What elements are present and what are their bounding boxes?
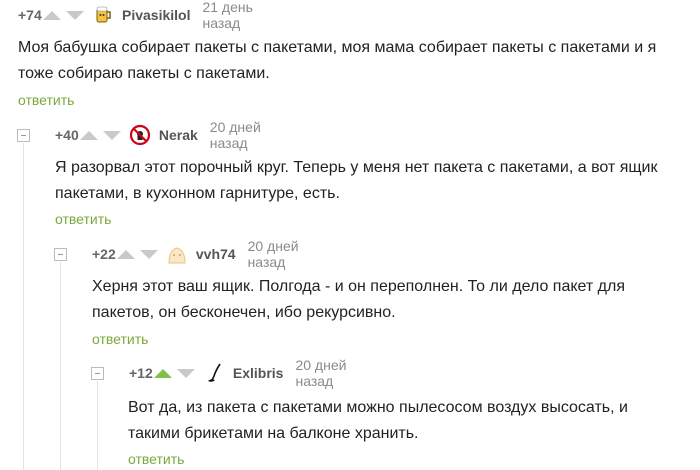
comment-text: Я разорвал этот порочный круг. Теперь у …	[55, 159, 658, 202]
blank-avatar-icon[interactable]	[166, 243, 188, 265]
comment-timestamp[interactable]: 21 день назад	[202, 0, 257, 31]
comment-header: +22 vvh74 20 дней назад	[92, 238, 302, 270]
beer-avatar-icon[interactable]	[92, 4, 114, 26]
comment-text: Моя бабушка собирает пакеты с пакетами, …	[18, 39, 657, 82]
comment-timestamp[interactable]: 20 дней назад	[295, 357, 350, 389]
vote-controls	[79, 130, 121, 140]
comment-timestamp[interactable]: 20 дней назад	[248, 238, 303, 270]
comment-header: +12 Exlibris 20 дней назад	[129, 357, 350, 389]
author-nickname[interactable]: Exlibris	[233, 365, 284, 381]
upvote-arrow-icon[interactable]	[79, 130, 98, 140]
upvote-arrow-icon[interactable]	[42, 10, 61, 20]
comment-timestamp[interactable]: 20 дней назад	[210, 119, 265, 151]
comment-rating: +40	[55, 127, 79, 143]
comment-rating: +74	[18, 7, 42, 23]
author-nickname[interactable]: Pivasikilol	[122, 7, 190, 23]
downvote-arrow-icon[interactable]	[65, 10, 84, 20]
reply-link[interactable]: ответить	[128, 451, 184, 467]
vote-controls	[42, 10, 84, 20]
reply-link[interactable]: ответить	[18, 92, 74, 108]
comment-text: Вот да, из пакета с пакетами можно пылес…	[128, 399, 628, 442]
reply-link[interactable]: ответить	[92, 331, 148, 347]
comment-text: Херня этот ваш ящик. Полгода - и он пере…	[92, 278, 626, 321]
author-nickname[interactable]: Nerak	[159, 127, 198, 143]
thread-branch-line[interactable]	[97, 381, 98, 470]
collapse-toggle[interactable]	[17, 129, 30, 142]
upvote-arrow-icon[interactable]	[116, 249, 135, 259]
comment-rating: +12	[129, 365, 153, 381]
downvote-arrow-icon[interactable]	[176, 368, 195, 378]
collapse-toggle[interactable]	[54, 248, 67, 261]
thread-branch-line[interactable]	[23, 143, 24, 470]
quill-avatar-icon[interactable]	[203, 362, 225, 384]
vote-controls	[153, 368, 195, 378]
vote-controls	[116, 249, 158, 259]
downvote-arrow-icon[interactable]	[139, 249, 158, 259]
comment-rating: +22	[92, 246, 116, 262]
downvote-arrow-icon[interactable]	[102, 130, 121, 140]
comment-header: +74 Pivasikilol 21 день назад	[18, 0, 257, 31]
author-nickname[interactable]: vvh74	[196, 246, 236, 262]
thread-branch-line[interactable]	[60, 262, 61, 470]
reply-link[interactable]: ответить	[55, 211, 111, 227]
collapse-toggle[interactable]	[91, 367, 104, 380]
upvote-arrow-icon[interactable]	[153, 368, 172, 378]
no-sign-avatar-icon[interactable]	[129, 124, 151, 146]
comment-header: +40 Nerak 20 дней назад	[55, 119, 265, 151]
